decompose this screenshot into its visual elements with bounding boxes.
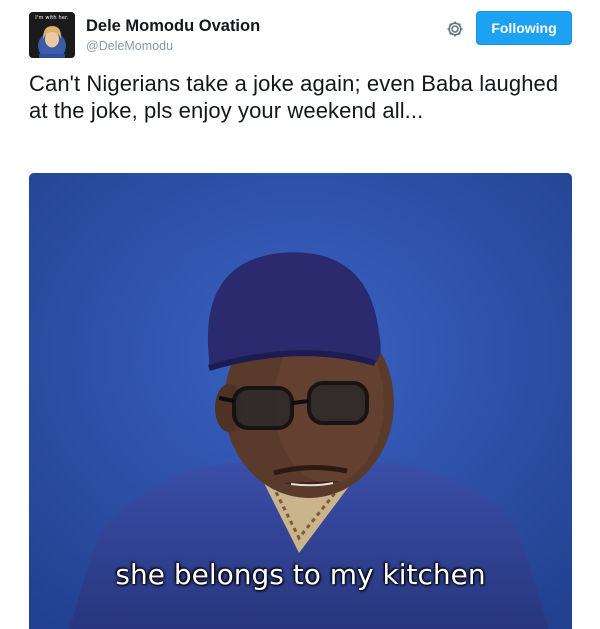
avatar[interactable]: I'm with her. xyxy=(29,12,75,58)
author-display-name[interactable]: Dele Momodu Ovation xyxy=(86,16,260,36)
author-handle[interactable]: @DeleMomodu xyxy=(86,38,260,54)
tweet-media[interactable]: she belongs to my kitchen xyxy=(29,173,572,629)
tweet-text: Can't Nigerians take a joke again; even … xyxy=(29,71,559,123)
avatar-caption: I'm with her. xyxy=(35,15,69,21)
gear-icon[interactable] xyxy=(444,18,466,40)
media-caption: she belongs to my kitchen xyxy=(115,558,486,591)
tweet-header: I'm with her. Dele Momodu Ovation @DeleM… xyxy=(0,0,600,64)
following-button[interactable]: Following xyxy=(476,11,572,45)
author-block: Dele Momodu Ovation @DeleMomodu xyxy=(86,16,260,54)
